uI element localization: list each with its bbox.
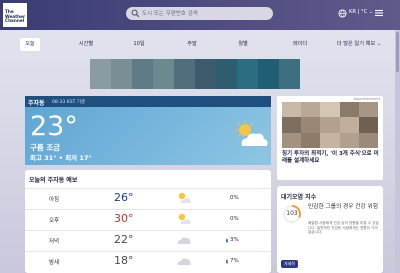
air-quality-title: 대기오염 지수 <box>281 194 317 201</box>
ad-tile <box>358 132 378 148</box>
ad-tile <box>339 117 359 133</box>
ad-tile <box>279 59 300 89</box>
raindrop-icon <box>226 259 228 264</box>
air-quality-card: 대기오염 지수 103 민감한 그룹의 경우 건강 위험 폐질환 사람에게 건강… <box>277 186 383 273</box>
ad-tile <box>282 132 302 148</box>
ad-tile <box>237 59 258 89</box>
tab-10day[interactable]: 10일 <box>130 38 148 51</box>
aqi-level: 민감한 그룹의 경우 건강 위험 <box>308 204 379 210</box>
forecast-title: 오늘의 주자동 예보 <box>29 177 78 184</box>
raindrop-icon <box>226 238 228 243</box>
forecast-row-afternoon[interactable]: 오후 30° 0% <box>25 209 271 230</box>
scrollbar-thumb[interactable] <box>396 32 399 72</box>
ad-tile <box>258 59 279 89</box>
globe-icon[interactable] <box>338 9 347 18</box>
ad-tile <box>216 59 237 89</box>
ad-tile <box>282 102 302 118</box>
aqi-value: 103 <box>286 210 298 217</box>
tab-today[interactable]: 오늘 <box>20 38 40 51</box>
tab-hourly[interactable]: 시간별 <box>75 38 97 51</box>
forecast-row-overnight[interactable]: 밤새 18° 7% <box>25 251 271 272</box>
forecast-row-morning[interactable]: 아침 26° 0% <box>25 188 271 209</box>
ad-tile <box>111 59 132 89</box>
precipitation-chance: 7% <box>226 258 239 264</box>
tab-weekend[interactable]: 주말 <box>183 38 201 51</box>
ad-tile <box>320 132 340 148</box>
search-icon <box>131 9 140 18</box>
precipitation-chance: 0% <box>230 216 239 222</box>
ad-tile <box>358 102 378 118</box>
forecast-period: 저녁 <box>49 239 60 245</box>
locale-selector[interactable]: KR | °C ⌄ <box>349 9 373 15</box>
weather-channel-logo[interactable]: The Weather Channel <box>3 3 27 27</box>
ad-tile <box>301 102 321 118</box>
ad-tile <box>320 102 340 118</box>
current-temperature: 23° <box>30 111 78 142</box>
forecast-period: 오후 <box>49 218 60 224</box>
ad-tile <box>301 132 321 148</box>
cloud-icon <box>177 237 191 244</box>
search-input[interactable]: 도시 또는 우편번호 검색 <box>126 7 273 20</box>
top-ad-banner[interactable] <box>90 59 300 89</box>
observation-time: 08:33 KST 기준 <box>52 100 86 105</box>
aqi-description: 폐질환 사람에게 건강 상의 영향을 미칠 수 있습니다. 일반적인 건강한 사… <box>308 221 379 235</box>
ad-tile <box>320 117 340 133</box>
top-header: The Weather Channel 도시 또는 우편번호 검색 KR | °… <box>0 0 400 30</box>
ad-tile <box>339 102 359 118</box>
ad-tile <box>132 59 153 89</box>
ad-tile <box>153 59 174 89</box>
forecast-temperature: 30° <box>114 212 134 225</box>
forecast-period: 아침 <box>49 197 60 203</box>
forecast-temperature: 22° <box>114 233 134 246</box>
tab-radar[interactable]: 레이더 <box>289 38 311 51</box>
current-conditions-header: 주자동 08:33 KST 기준 <box>25 96 271 107</box>
tab-more-forecasts[interactable]: 더 많은 일기 예보 ⌄ <box>336 38 382 51</box>
sun-cloud-icon <box>178 192 191 203</box>
partly-cloudy-icon <box>235 120 268 146</box>
ad-tile <box>358 117 378 133</box>
hamburger-menu-icon[interactable] <box>374 8 384 18</box>
page-scrollbar[interactable] <box>395 30 400 273</box>
precipitation-chance: 3% <box>226 237 239 243</box>
ad-headline[interactable]: 칭기 투자의 최적기, '이 3개 주식'으로 미래를 설계하세요 <box>282 151 379 165</box>
today-forecast-card: 오늘의 주자동 예보 아침 26° 0% 오후 30° 0% 저녁 22° 3%… <box>25 170 271 273</box>
aqi-details-button[interactable]: 자세히 <box>281 260 298 268</box>
precipitation-chance: 0% <box>230 195 239 201</box>
ad-tile <box>282 117 302 133</box>
forecast-temperature: 18° <box>114 254 134 267</box>
forecast-row-evening[interactable]: 저녁 22° 3% <box>25 230 271 251</box>
current-conditions-card: 주자동 08:33 KST 기준 23° 구름 조금 최고 31° • 최저 1… <box>25 96 271 165</box>
high-low-temperature: 최고 31° • 최저 17° <box>30 154 92 162</box>
ad-tile <box>195 59 216 89</box>
forecast-temperature: 26° <box>114 191 134 204</box>
cloud-icon <box>177 258 191 265</box>
search-placeholder: 도시 또는 우편번호 검색 <box>142 11 198 17</box>
ad-tile <box>90 59 111 89</box>
location-name: 주자동 <box>28 100 45 107</box>
forecast-period: 밤새 <box>49 260 60 266</box>
ad-image <box>282 102 378 148</box>
side-ad-card[interactable]: Advertisement 칭기 투자의 최적기, '이 3개 주식'으로 미래… <box>277 96 383 180</box>
ad-label: Advertisement <box>353 97 380 101</box>
forecast-nav: 오늘 시간별 10일 주말 월별 레이더 더 많은 일기 예보 ⌄ <box>0 38 400 51</box>
tab-monthly[interactable]: 월별 <box>234 38 252 51</box>
ad-tile <box>339 132 359 148</box>
ad-tile <box>301 117 321 133</box>
sun-cloud-icon <box>178 213 191 224</box>
ad-tile <box>174 59 195 89</box>
